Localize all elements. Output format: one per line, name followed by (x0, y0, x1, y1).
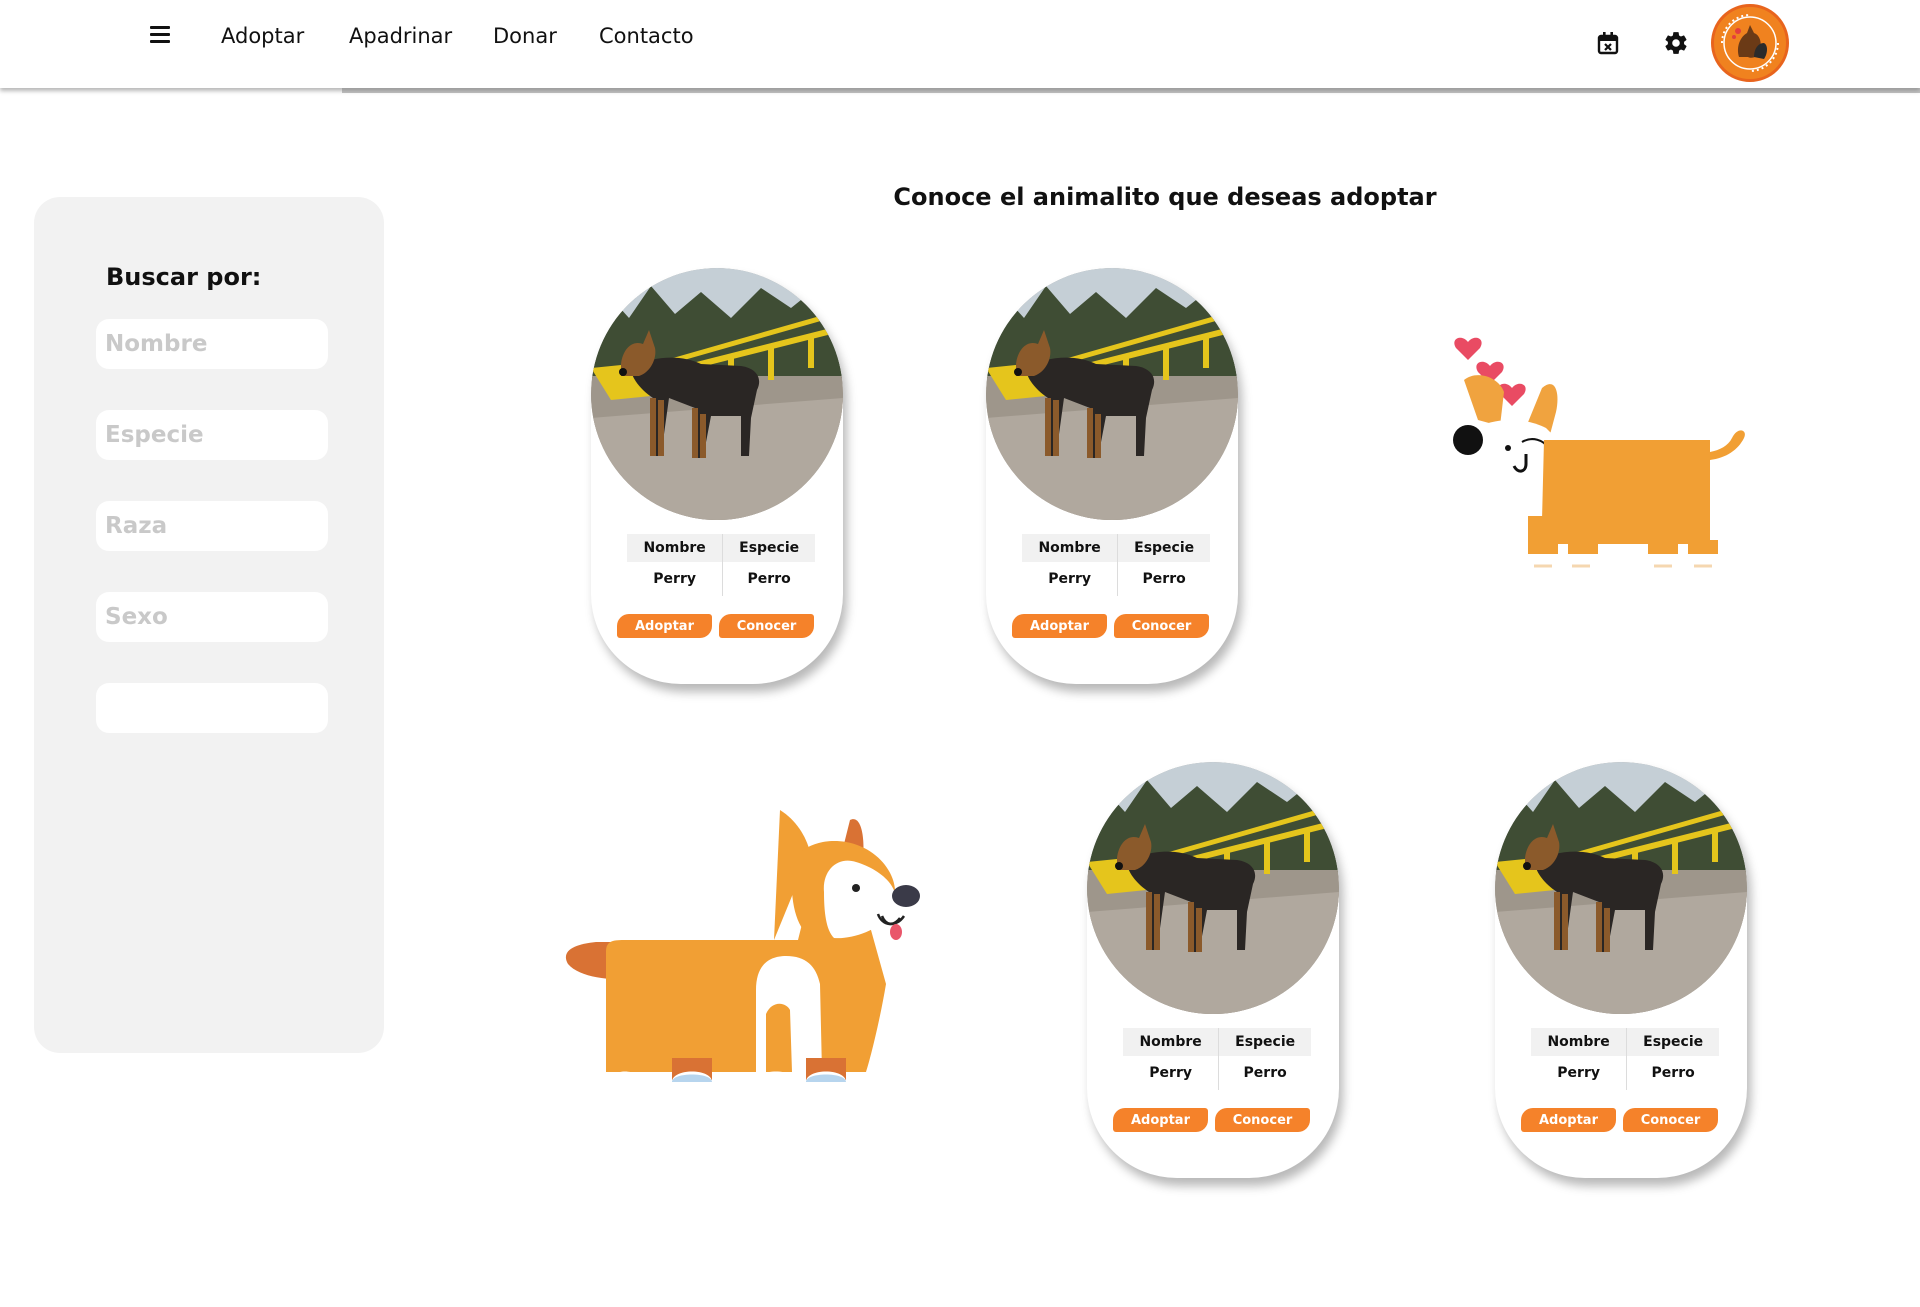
know-button[interactable]: Conocer (1215, 1108, 1310, 1132)
nav-link-apadrinar[interactable]: Apadrinar (349, 24, 452, 48)
nav-link-adoptar[interactable]: Adoptar (221, 24, 304, 48)
pet-species: Perro (1651, 1065, 1695, 1081)
name-filter-input[interactable] (96, 319, 328, 369)
species-column-header: Especie (1626, 1028, 1719, 1056)
pet-photo (986, 268, 1238, 520)
species-column-header: Especie (1117, 534, 1210, 562)
pet-species: Perro (747, 571, 791, 587)
species-column-header: Especie (1218, 1028, 1311, 1056)
pet-photo (1495, 762, 1747, 1014)
adopt-button[interactable]: Adoptar (617, 614, 712, 638)
adopt-button[interactable]: Adoptar (1012, 614, 1107, 638)
adopt-button[interactable]: Adoptar (1521, 1108, 1616, 1132)
corgi-illustration (560, 800, 926, 1090)
know-button[interactable]: Conocer (1623, 1108, 1718, 1132)
pet-species: Perro (1243, 1065, 1287, 1081)
search-sidebar: Buscar por: (34, 197, 384, 1053)
pet-info-table: Nombre Especie Perry Perro (1531, 1028, 1719, 1090)
adopt-button[interactable]: Adoptar (1113, 1108, 1208, 1132)
page-title: Conoce el animalito que deseas adoptar (893, 183, 1437, 211)
breed-filter-input[interactable] (96, 501, 328, 551)
species-filter-input[interactable] (96, 410, 328, 460)
name-column-header: Nombre (1531, 1028, 1628, 1056)
pet-photo (1087, 762, 1339, 1014)
pet-card: Nombre Especie Perry Perro Adoptar Conoc… (591, 268, 843, 684)
pet-info-table: Nombre Especie Perry Perro (1022, 534, 1210, 596)
calendar-x-icon[interactable] (1595, 30, 1621, 56)
sidebar-title: Buscar por: (106, 263, 262, 291)
species-column-header: Especie (722, 534, 815, 562)
corgi-with-hearts-illustration (1448, 330, 1758, 580)
top-navigation-bar: Adoptar Apadrinar Donar Contacto (0, 0, 1920, 88)
pet-card: Nombre Especie Perry Perro Adoptar Conoc… (1495, 762, 1747, 1178)
name-column-header: Nombre (1022, 534, 1119, 562)
sex-filter-input[interactable] (96, 592, 328, 642)
pet-photo (591, 268, 843, 520)
header-underline (342, 88, 1920, 93)
pet-info-table: Nombre Especie Perry Perro (627, 534, 815, 596)
extra-filter-input[interactable] (96, 683, 328, 733)
dog-and-cat-logo[interactable] (1711, 4, 1789, 82)
pet-name: Perry (1123, 1056, 1220, 1090)
pet-info-table: Nombre Especie Perry Perro (1123, 1028, 1311, 1090)
pet-card: Nombre Especie Perry Perro Adoptar Conoc… (986, 268, 1238, 684)
know-button[interactable]: Conocer (719, 614, 814, 638)
pet-name: Perry (1531, 1056, 1628, 1090)
nav-link-contacto[interactable]: Contacto (599, 24, 694, 48)
name-column-header: Nombre (627, 534, 724, 562)
name-column-header: Nombre (1123, 1028, 1220, 1056)
pet-name: Perry (1022, 562, 1119, 596)
pet-species: Perro (1142, 571, 1186, 587)
nav-link-donar[interactable]: Donar (493, 24, 557, 48)
know-button[interactable]: Conocer (1114, 614, 1209, 638)
pet-card: Nombre Especie Perry Perro Adoptar Conoc… (1087, 762, 1339, 1178)
hamburger-menu-icon[interactable] (150, 26, 170, 43)
gear-icon[interactable] (1663, 30, 1689, 56)
pet-name: Perry (627, 562, 724, 596)
